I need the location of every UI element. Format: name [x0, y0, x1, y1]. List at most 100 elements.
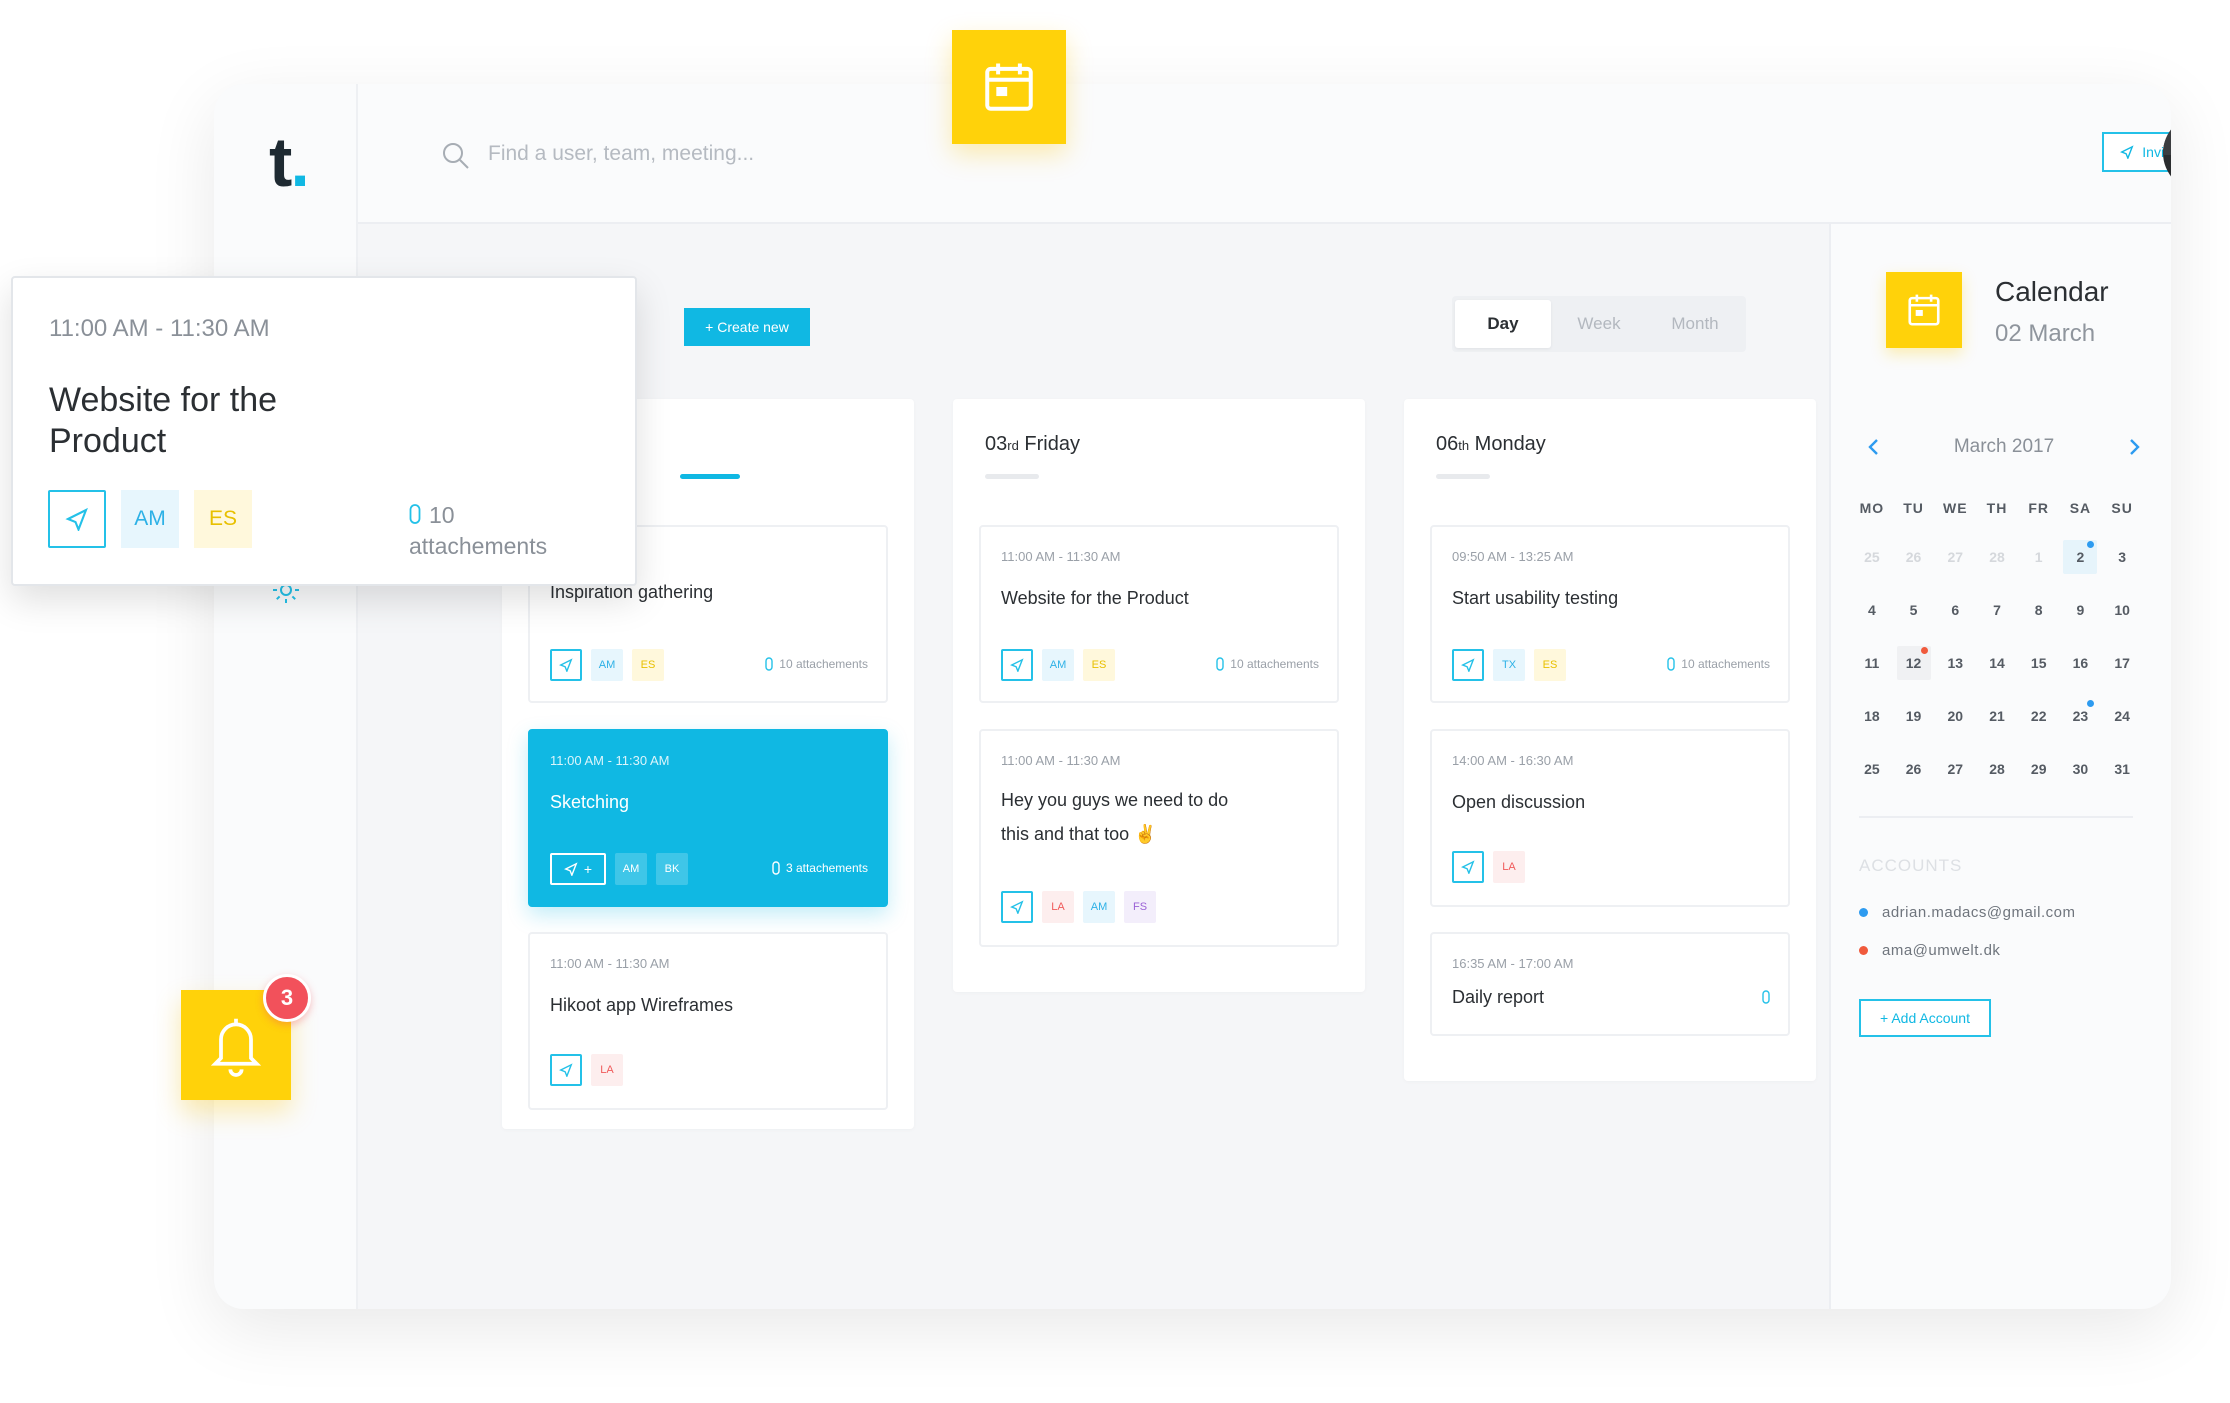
- calendar-day[interactable]: 31: [2101, 742, 2143, 795]
- calendar-day[interactable]: 28: [1976, 530, 2018, 583]
- column-title: 03rd Friday: [985, 433, 1080, 455]
- send-button[interactable]: [1452, 649, 1484, 681]
- calendar-day[interactable]: 10: [2101, 583, 2143, 636]
- calendar-day-today[interactable]: 12: [1893, 636, 1935, 689]
- tag-am[interactable]: AM: [1042, 649, 1074, 681]
- send-button[interactable]: [550, 649, 582, 681]
- calendar-day[interactable]: 5: [1893, 583, 1935, 636]
- calendar-day[interactable]: 20: [1934, 689, 1976, 742]
- tag-es[interactable]: ES: [1534, 649, 1566, 681]
- tag-bk[interactable]: BK: [656, 853, 688, 885]
- attachment-label: 10 attachements: [779, 657, 868, 671]
- event-dot: [2087, 700, 2095, 707]
- tab-week[interactable]: Week: [1551, 300, 1647, 348]
- calendar-day[interactable]: 11: [1851, 636, 1893, 689]
- tab-month[interactable]: Month: [1647, 300, 1743, 348]
- tag-tx[interactable]: TX: [1493, 649, 1525, 681]
- calendar-day[interactable]: 17: [2101, 636, 2143, 689]
- send-button[interactable]: [1452, 851, 1484, 883]
- tag-es[interactable]: ES: [632, 649, 664, 681]
- event-tags: AM ES: [550, 649, 664, 681]
- calendar-day[interactable]: 24: [2101, 689, 2143, 742]
- popup-attachments[interactable]: 10 attachements: [409, 500, 599, 562]
- calendar-day[interactable]: 23: [2060, 689, 2102, 742]
- event-title: Start usability testing: [1452, 588, 1619, 608]
- event-card[interactable]: 09:50 AM - 13:25 AM Start usability test…: [1430, 525, 1790, 703]
- tag-am[interactable]: AM: [615, 853, 647, 885]
- attachment-count[interactable]: 10 attachements: [1667, 657, 1770, 671]
- attachment-count[interactable]: 10 attachements: [765, 657, 868, 671]
- account-email: ama@umwelt.dk: [1882, 942, 2001, 959]
- event-tags: LA AM FS: [1001, 891, 1156, 923]
- calendar-day[interactable]: 27: [1934, 530, 1976, 583]
- add-account-button[interactable]: + Add Account: [1859, 999, 1991, 1037]
- calendar-day[interactable]: 13: [1934, 636, 1976, 689]
- month-navigator: March 2017: [1859, 432, 2149, 462]
- calendar-day[interactable]: 14: [1976, 636, 2018, 689]
- tag-la[interactable]: LA: [1493, 851, 1525, 883]
- calendar-day[interactable]: 29: [2018, 742, 2060, 795]
- calendar-day[interactable]: 27: [1934, 742, 1976, 795]
- calendar-day[interactable]: 18: [1851, 689, 1893, 742]
- column-title: 06th Monday: [1436, 433, 1546, 455]
- calendar-day[interactable]: 9: [2060, 583, 2102, 636]
- column-underline: [1436, 474, 1490, 479]
- stage: t. Invite: [0, 0, 2230, 1403]
- calendar-title: Calendar: [1995, 276, 2109, 307]
- calendar-day[interactable]: 3: [2101, 530, 2143, 583]
- app-logo[interactable]: t.: [269, 122, 310, 202]
- calendar-day[interactable]: 7: [1976, 583, 2018, 636]
- send-button[interactable]: +: [550, 853, 606, 885]
- tag-es[interactable]: ES: [1083, 649, 1115, 681]
- calendar-day[interactable]: 21: [1976, 689, 2018, 742]
- send-button[interactable]: [550, 1054, 582, 1086]
- calendar-day[interactable]: 16: [2060, 636, 2102, 689]
- invite-button[interactable]: Invite: [2102, 132, 2171, 172]
- calendar-day[interactable]: 19: [1893, 689, 1935, 742]
- calendar-day[interactable]: 25: [1851, 530, 1893, 583]
- tag-am[interactable]: AM: [1083, 891, 1115, 923]
- calendar-day[interactable]: 8: [2018, 583, 2060, 636]
- account-item[interactable]: ama@umwelt.dk: [1859, 942, 2000, 959]
- attachment-count[interactable]: 3 attachements: [772, 861, 868, 875]
- event-card-active[interactable]: 11:00 AM - 11:30 AM Sketching + AM BK 3 …: [528, 729, 888, 907]
- event-card[interactable]: 11:00 AM - 11:30 AM Hey you guys we need…: [979, 729, 1339, 947]
- calendar-day[interactable]: 4: [1851, 583, 1893, 636]
- calendar-day[interactable]: 1: [2018, 530, 2060, 583]
- event-card[interactable]: 14:00 AM - 16:30 AM Open discussion LA: [1430, 729, 1790, 907]
- chevron-right-icon[interactable]: [2119, 432, 2149, 462]
- tag-am[interactable]: AM: [591, 649, 623, 681]
- tag-am[interactable]: AM: [121, 490, 179, 548]
- calendar-day[interactable]: 26: [1893, 742, 1935, 795]
- event-popup[interactable]: 11:00 AM - 11:30 AM Website for the Prod…: [11, 276, 637, 586]
- calendar-day[interactable]: 30: [2060, 742, 2102, 795]
- calendar-day[interactable]: 22: [2018, 689, 2060, 742]
- event-card[interactable]: 11:00 AM - 11:30 AM Hikoot app Wireframe…: [528, 932, 888, 1110]
- account-item[interactable]: adrian.madacs@gmail.com: [1859, 904, 2075, 921]
- calendar-day[interactable]: 28: [1976, 742, 2018, 795]
- send-button[interactable]: [1001, 891, 1033, 923]
- send-button[interactable]: [1001, 649, 1033, 681]
- tab-day[interactable]: Day: [1455, 300, 1551, 348]
- attachment-indicator[interactable]: [1762, 990, 1770, 1004]
- tag-la[interactable]: LA: [591, 1054, 623, 1086]
- calendar-day[interactable]: 26: [1893, 530, 1935, 583]
- tag-la[interactable]: LA: [1042, 891, 1074, 923]
- avatar[interactable]: [2163, 115, 2171, 191]
- calendar-day[interactable]: 6: [1934, 583, 1976, 636]
- weekday-label: SU: [2111, 500, 2133, 516]
- event-card[interactable]: 11:00 AM - 11:30 AM Website for the Prod…: [979, 525, 1339, 703]
- calendar-day[interactable]: 15: [2018, 636, 2060, 689]
- event-card[interactable]: 16:35 AM - 17:00 AM Daily report: [1430, 932, 1790, 1036]
- tag-fs[interactable]: FS: [1124, 891, 1156, 923]
- tag-es[interactable]: ES: [194, 490, 252, 548]
- send-button[interactable]: [48, 490, 106, 548]
- attachment-count[interactable]: 10 attachements: [1216, 657, 1319, 671]
- create-new-button[interactable]: + Create new: [684, 308, 810, 346]
- send-icon: [2120, 145, 2134, 159]
- paperclip-icon: [765, 657, 773, 671]
- calendar-day-selected[interactable]: 2: [2060, 530, 2102, 583]
- chevron-left-icon[interactable]: [1859, 432, 1889, 462]
- calendar-panel: Calendar 02 March March 2017 MO TU WE TH…: [1829, 224, 2171, 1309]
- calendar-day[interactable]: 25: [1851, 742, 1893, 795]
